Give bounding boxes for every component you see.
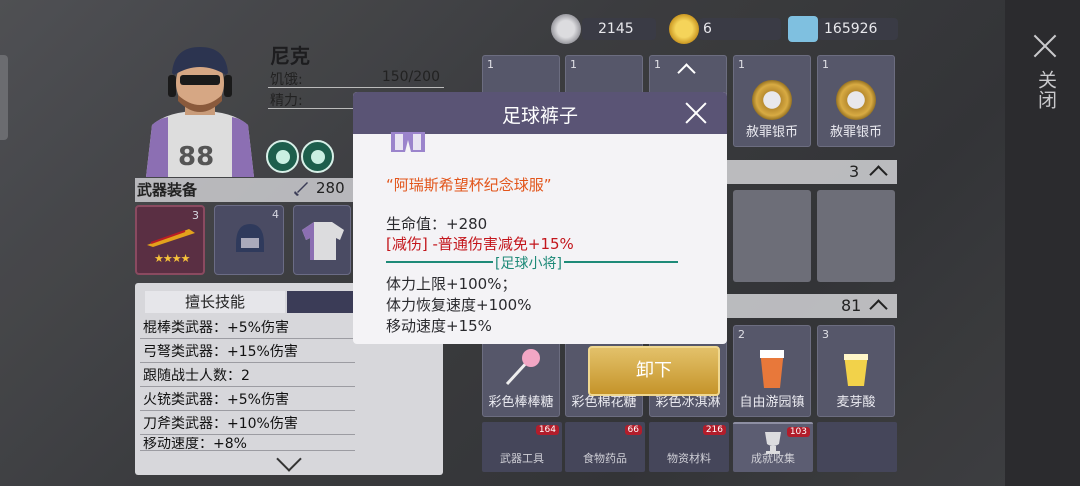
tab-materials[interactable]: 216 物资材料 bbox=[649, 422, 729, 472]
close-icon[interactable] bbox=[1032, 33, 1058, 59]
tab-label: 物资材料 bbox=[667, 452, 711, 465]
equip-slot-helmet[interactable]: 4 bbox=[214, 205, 284, 275]
item-count: 1 bbox=[822, 58, 829, 71]
side-handle[interactable] bbox=[0, 55, 8, 140]
close-icon[interactable] bbox=[683, 100, 709, 126]
skill-row: 刀斧类武器：+10%伤害 bbox=[140, 413, 355, 435]
tab-count-badge: 216 bbox=[702, 425, 726, 435]
inventory-slot[interactable]: 1 赦罪银币 bbox=[817, 55, 895, 147]
helmet-icon bbox=[236, 224, 264, 252]
silver-coin-icon bbox=[836, 80, 876, 120]
tab-weapons-tools[interactable]: 164 武器工具 bbox=[482, 422, 562, 472]
item-count: 2 bbox=[738, 328, 745, 341]
skill-row: 跟随战士人数：2 bbox=[140, 365, 355, 387]
equip-slot-weapon[interactable]: 3 ★★★★ bbox=[135, 205, 205, 275]
section-count: 3 bbox=[849, 162, 860, 181]
chevron-up-icon bbox=[677, 63, 696, 82]
monkey-badge-icon[interactable] bbox=[266, 140, 299, 173]
tab-label: 成就收集 bbox=[751, 452, 795, 465]
silver-balance: 2145 bbox=[582, 18, 656, 40]
empty-slot[interactable] bbox=[817, 190, 895, 282]
item-subtitle: “阿瑞斯希望杯纪念球服” bbox=[386, 176, 552, 194]
character-avatar: 88 bbox=[146, 47, 254, 177]
tab-skills[interactable]: 擅长技能 bbox=[145, 291, 285, 313]
tab-empty[interactable] bbox=[817, 422, 897, 472]
character-name: 尼克 bbox=[270, 44, 310, 68]
lollipop-icon bbox=[505, 349, 540, 386]
dialog-title: 足球裤子 bbox=[501, 105, 578, 127]
stat-label: 饥饿: bbox=[270, 72, 303, 88]
player-badge-icon[interactable] bbox=[301, 140, 334, 173]
close-label[interactable]: 关闭 bbox=[1034, 70, 1057, 110]
set-bonus: 移动速度+15% bbox=[386, 317, 492, 335]
tab-count-badge: 164 bbox=[535, 425, 559, 435]
set-bonus: 体力恢复速度+100% bbox=[386, 296, 532, 314]
jersey-icon bbox=[302, 222, 344, 260]
skill-row: 移动速度：+8% bbox=[140, 437, 355, 451]
tab-achievements[interactable]: 103 成就收集 bbox=[733, 422, 813, 472]
unequip-button[interactable]: 卸下 bbox=[588, 346, 720, 396]
item-damage-reduction: [减伤] -普通伤害减免+15% bbox=[386, 235, 574, 253]
item-name: 赦罪银币 bbox=[829, 125, 882, 140]
tab-label: 食物药品 bbox=[583, 452, 627, 465]
item-count: 3 bbox=[822, 328, 829, 341]
shorts-icon bbox=[391, 132, 425, 152]
item-detail-dialog: 足球裤子 “阿瑞斯希望杯纪念球服” 生命值：+280 [减伤] -普通伤害减免+… bbox=[353, 92, 727, 344]
weapon-power: 280 bbox=[316, 179, 345, 197]
item-name: 赦罪银币 bbox=[745, 125, 798, 140]
item-name: 自由游园镇 bbox=[739, 395, 805, 410]
svg-text:88: 88 bbox=[178, 142, 214, 172]
gold-coin-icon bbox=[669, 14, 699, 44]
item-count: 1 bbox=[570, 58, 577, 71]
gold-balance: 6 bbox=[699, 18, 781, 40]
skill-row: 弓弩类武器：+15%伤害 bbox=[140, 341, 355, 363]
skill-row: 棍棒类武器：+5%伤害 bbox=[140, 317, 355, 339]
item-hp: 生命值：+280 bbox=[386, 215, 488, 233]
malt-drink-icon bbox=[844, 354, 868, 386]
weapon-stars: ★★★★ bbox=[154, 252, 190, 265]
inventory-slot[interactable]: 1 赦罪银币 bbox=[733, 55, 811, 147]
stat-label: 精力: bbox=[270, 93, 303, 109]
tab-food-medicine[interactable]: 66 食物药品 bbox=[565, 422, 645, 472]
set-name: [足球小将] bbox=[493, 253, 564, 273]
item-name: 麦芽酸 bbox=[836, 395, 876, 410]
item-count: 1 bbox=[654, 58, 661, 71]
slot-level: 4 bbox=[272, 208, 279, 221]
tab-count-badge: 103 bbox=[786, 427, 810, 437]
silver-coin-icon bbox=[752, 80, 792, 120]
chainsaw-icon bbox=[147, 229, 195, 247]
item-count: 1 bbox=[738, 58, 745, 71]
inventory-slot[interactable]: 2 自由游园镇 bbox=[733, 325, 811, 417]
set-bonus: 体力上限+100%； bbox=[386, 275, 517, 293]
stat-hunger: 饥饿: 150/200 bbox=[268, 68, 444, 88]
slot-level: 3 bbox=[192, 209, 199, 222]
cash-icon bbox=[788, 16, 818, 42]
cash-balance: 165926 bbox=[818, 18, 898, 40]
stat-value: 150/200 bbox=[381, 69, 440, 85]
item-count: 1 bbox=[487, 58, 494, 71]
sword-icon bbox=[294, 182, 308, 196]
tab-label: 武器工具 bbox=[500, 452, 544, 465]
equip-slot-jersey[interactable] bbox=[293, 205, 351, 275]
empty-slot[interactable] bbox=[733, 190, 811, 282]
silver-coin-icon bbox=[551, 14, 581, 44]
skill-row: 火铳类武器：+5%伤害 bbox=[140, 389, 355, 411]
tab-count-badge: 66 bbox=[624, 425, 642, 435]
item-name: 彩色棒棒糖 bbox=[488, 395, 554, 410]
section-count: 81 bbox=[841, 296, 862, 315]
drink-cup-icon bbox=[760, 350, 784, 388]
inventory-slot[interactable]: 3 麦芽酸 bbox=[817, 325, 895, 417]
weapon-section-title: 武器装备 bbox=[137, 181, 198, 199]
